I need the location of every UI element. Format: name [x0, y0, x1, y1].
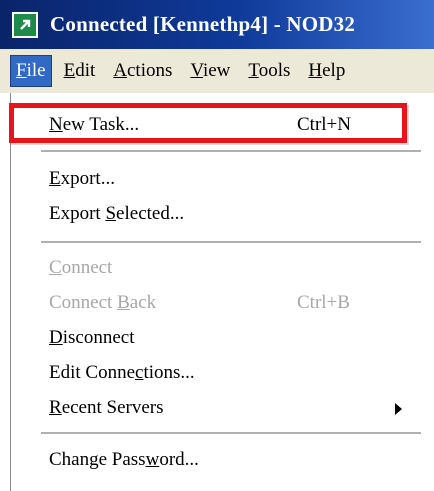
menu-separator — [41, 241, 421, 243]
menu-item-new-task[interactable]: New Task... Ctrl+N — [11, 108, 411, 142]
menu-edit[interactable]: Edit — [58, 55, 102, 87]
submenu-arrow-icon — [395, 403, 402, 415]
menu-view[interactable]: View — [184, 55, 236, 87]
menu-bar: File Edit Actions View Tools Help — [0, 49, 434, 93]
arrow-up-right-icon — [12, 11, 38, 38]
menu-item-connect[interactable]: Connect — [11, 251, 411, 285]
menu-item-label: Export Selected... — [49, 203, 185, 224]
menu-item-label: Connect — [49, 257, 113, 278]
menu-item-label: Edit Connections... — [49, 362, 195, 383]
shortcut-label: Ctrl+B — [297, 292, 350, 313]
menu-actions[interactable]: Actions — [107, 55, 178, 87]
window-title: Connected [Kennethp4] - NOD32 — [50, 12, 356, 36]
menu-tools[interactable]: Tools — [242, 55, 296, 87]
menu-file[interactable]: File — [10, 55, 52, 87]
menu-help[interactable]: Help — [302, 55, 351, 87]
menu-separator — [41, 150, 421, 152]
shortcut-label: Ctrl+N — [297, 114, 351, 135]
menu-item-change-password[interactable]: Change Password... — [11, 443, 411, 477]
menu-item-label: Change Password... — [49, 449, 199, 470]
title-bar[interactable]: Connected [Kennethp4] - NOD32 — [0, 0, 434, 49]
menu-item-label: Export... — [49, 168, 115, 189]
menu-item-label: Connect Back — [49, 292, 157, 313]
menu-item-connect-back[interactable]: Connect Back Ctrl+B — [11, 286, 411, 320]
menu-item-label: New Task... — [49, 114, 140, 135]
menu-item-label: Recent Servers — [49, 397, 164, 418]
menu-item-label: Disconnect — [49, 327, 135, 348]
menu-item-recent-servers[interactable]: Recent Servers — [11, 391, 411, 425]
menu-item-export-selected[interactable]: Export Selected... — [11, 197, 411, 231]
file-menu-dropdown: New Task... Ctrl+N Export... Export Sele… — [10, 93, 434, 491]
menu-item-export[interactable]: Export... — [11, 162, 411, 196]
menu-item-disconnect[interactable]: Disconnect — [11, 321, 411, 355]
menu-item-edit-connections[interactable]: Edit Connections... — [11, 356, 411, 390]
menu-separator — [41, 432, 421, 434]
